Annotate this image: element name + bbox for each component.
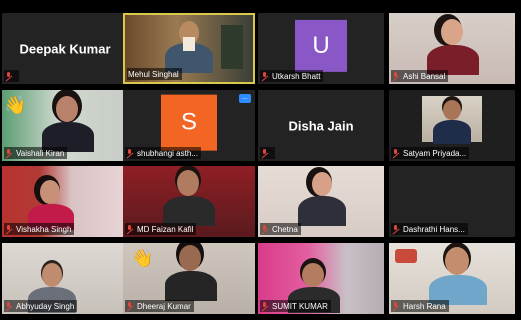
participant-label: SUMIT KUMAR [260,300,331,312]
mic-muted-icon [5,72,13,80]
participant-label: Abhyuday Singh [4,300,78,312]
participant-name: Satyam Priyada... [403,148,467,158]
participant-name: Mehul Singhal [128,69,179,79]
raised-hand-icon: 👋 [4,95,27,115]
participant-label: Vishakha Singh [4,223,75,235]
participant-label: Mehul Singhal [127,68,182,80]
mic-muted-icon [261,302,269,310]
participant-name: Harsh Rana [403,301,446,311]
mic-muted-icon [261,225,269,233]
mic-muted-icon [261,72,269,80]
participant-label: Chetna [260,223,301,235]
participant-label: Ashi Bansal [391,70,449,82]
mic-muted-icon [5,149,13,157]
participant-tile-satyam[interactable]: Satyam Priyada... [389,90,515,161]
participant-name: Ashi Bansal [403,71,446,81]
avatar-initial: U [312,31,330,59]
mic-muted-icon [5,225,13,233]
participant-name-display: Deepak Kumar [19,41,111,56]
participant-label: Dheeraj Kumar [125,300,194,312]
participant-name: shubhangi asth... [137,148,198,158]
participant-label: Harsh Rana [391,300,449,312]
participant-name: Dashrathi Hans... [403,224,465,234]
participant-label [260,147,275,159]
mic-muted-icon [126,225,134,233]
participant-name: Vaishali Kiran [16,148,65,158]
participant-label [4,70,19,82]
participant-label: Vaishali Kiran [4,147,68,159]
mic-muted-icon [126,302,134,310]
participant-label: Satyam Priyada... [391,147,470,159]
participant-tile-abhyuday-singh[interactable]: Abhyuday Singh [2,243,128,314]
participant-tile-disha-jain[interactable]: Disha Jain [258,90,384,161]
participant-name: Abhyuday Singh [16,301,75,311]
participant-name: Vishakha Singh [16,224,72,234]
video-gallery: Deepak Kumar Mehul Singhal U Utkarsh Bha… [0,0,521,320]
participant-label: Utkarsh Bhatt [260,70,324,82]
participant-avatar: U [295,19,347,72]
participant-tile-utkarsh-bhatt[interactable]: U Utkarsh Bhatt [258,13,384,84]
mic-muted-icon [261,149,269,157]
participant-label: MD Faizan Kafil [125,223,197,235]
participant-label: Dashrathi Hans... [391,223,468,235]
participant-tile-deepak-kumar[interactable]: Deepak Kumar [2,13,128,84]
participant-name: MD Faizan Kafil [137,224,194,234]
mic-muted-icon [392,302,400,310]
avatar-initial: S [180,108,197,136]
participant-tile-chetna[interactable]: Chetna [258,166,384,237]
participant-tile-mehul-singhal[interactable]: Mehul Singhal [123,13,255,84]
participant-tile-dashrathi[interactable]: Dashrathi Hans... [389,166,515,237]
mic-muted-icon [5,302,13,310]
participant-tile-harsh-rana[interactable]: Harsh Rana [389,243,515,314]
participant-name: SUMIT KUMAR [272,301,328,311]
participant-tile-dheeraj-kumar[interactable]: 👋 Dheeraj Kumar [123,243,255,314]
participant-tile-md-faizan-kafil[interactable]: MD Faizan Kafil [123,166,255,237]
mic-muted-icon [392,225,400,233]
mic-muted-icon [392,72,400,80]
participant-name: Dheeraj Kumar [137,301,191,311]
raised-hand-icon: 👋 [131,248,154,268]
participant-name-display: Disha Jain [288,118,354,133]
participant-avatar: S [161,94,217,151]
participant-tile-ashi-bansal[interactable]: Ashi Bansal [389,13,515,84]
more-options-button[interactable]: ... [239,94,251,103]
mic-muted-icon [392,149,400,157]
participant-label: shubhangi asth... [125,147,201,159]
participant-name: Chetna [272,224,298,234]
participant-tile-shubhangi[interactable]: S ... shubhangi asth... [123,90,255,161]
participant-tile-vishakha-singh[interactable]: Vishakha Singh [2,166,128,237]
participant-name: Utkarsh Bhatt [272,71,321,81]
participant-tile-vaishali-kiran[interactable]: 👋 Vaishali Kiran [2,90,128,161]
participant-tile-sumit-kumar[interactable]: SUMIT KUMAR [258,243,384,314]
mic-muted-icon [126,149,134,157]
